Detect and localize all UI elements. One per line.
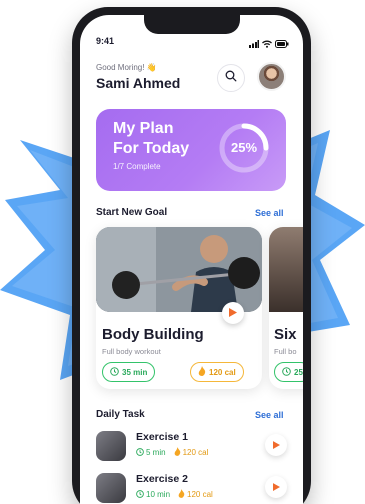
duration-pill: 35 min: [102, 362, 156, 382]
duration-text: 25: [294, 367, 303, 377]
search-button[interactable]: [217, 64, 245, 92]
task-name: Exercise 1: [136, 431, 188, 443]
see-all-goals-link[interactable]: See all: [255, 208, 284, 218]
clock-icon: [282, 366, 291, 378]
task-row[interactable]: Exercise 2 10 min 120 cal: [96, 471, 291, 504]
section-title-tasks: Daily Task: [96, 409, 145, 420]
phone-notch: [143, 15, 240, 34]
play-icon: [229, 304, 237, 322]
goal-card-six[interactable]: Six Full bo 25: [269, 227, 303, 389]
progress-ring: 25%: [219, 123, 269, 173]
task-meta: 10 min 120 cal: [136, 489, 213, 500]
task-duration-text: 10 min: [146, 490, 171, 499]
battery-icon: [275, 35, 289, 53]
phone-frame: 9:41 Good Moring! 👋 Sami Ahmed My Plan F…: [72, 7, 311, 504]
user-name: Sami Ahmed: [96, 75, 181, 91]
progress-label: 25%: [231, 140, 257, 155]
flame-icon: [198, 366, 206, 378]
task-name: Exercise 2: [136, 473, 188, 485]
task-meta: 5 min 120 cal: [136, 447, 208, 458]
status-time: 9:41: [96, 36, 115, 46]
play-icon: [272, 436, 280, 454]
task-calories: 120 cal: [178, 489, 213, 500]
status-icons: [249, 35, 289, 53]
goal-title: Six: [274, 326, 297, 343]
goal-subtitle: Full body workout: [102, 347, 161, 356]
wifi-icon: [262, 35, 272, 53]
clock-icon: [110, 366, 119, 378]
play-icon: [272, 478, 280, 496]
section-title-goals: Start New Goal: [96, 207, 168, 218]
signal-icon: [249, 35, 259, 53]
clock-icon: [136, 489, 144, 500]
goal-image: [269, 227, 303, 312]
task-play-button[interactable]: [265, 476, 287, 498]
clock-icon: [136, 447, 144, 458]
see-all-tasks-link[interactable]: See all: [255, 410, 284, 420]
task-duration: 5 min: [136, 447, 166, 458]
task-duration: 10 min: [136, 489, 170, 500]
goal-image: [96, 227, 262, 312]
task-calories-text: 120 cal: [187, 490, 213, 499]
avatar[interactable]: [257, 62, 286, 91]
task-calories-text: 120 cal: [182, 448, 209, 457]
calories-pill: 120 cal: [190, 362, 244, 382]
task-row[interactable]: Exercise 1 5 min 120 cal: [96, 429, 291, 465]
plan-title-line2: For Today: [113, 140, 190, 157]
duration-pill: 25: [274, 362, 303, 382]
play-button[interactable]: [222, 302, 244, 324]
goal-title: Body Building: [102, 326, 204, 343]
calories-text: 120 cal: [209, 367, 236, 377]
task-thumbnail: [96, 473, 126, 503]
task-calories: 120 cal: [174, 447, 209, 458]
goal-subtitle: Full bo: [274, 347, 297, 356]
task-play-button[interactable]: [265, 434, 287, 456]
plan-title-line1: My Plan: [113, 120, 174, 137]
goal-card-body-building[interactable]: Body Building Full body workout 35 min 1…: [96, 227, 262, 389]
flame-icon: [178, 489, 185, 500]
greeting-text: Good Moring! 👋: [96, 63, 157, 72]
duration-text: 35 min: [122, 367, 148, 377]
app-screen: 9:41 Good Moring! 👋 Sami Ahmed My Plan F…: [80, 15, 303, 504]
task-thumbnail: [96, 431, 126, 461]
task-duration-text: 5 min: [146, 448, 166, 457]
search-icon: [225, 69, 237, 87]
plan-card[interactable]: My Plan For Today 1/7 Complete 25%: [96, 109, 286, 191]
flame-icon: [174, 447, 181, 458]
plan-subtitle: 1/7 Complete: [113, 162, 161, 171]
